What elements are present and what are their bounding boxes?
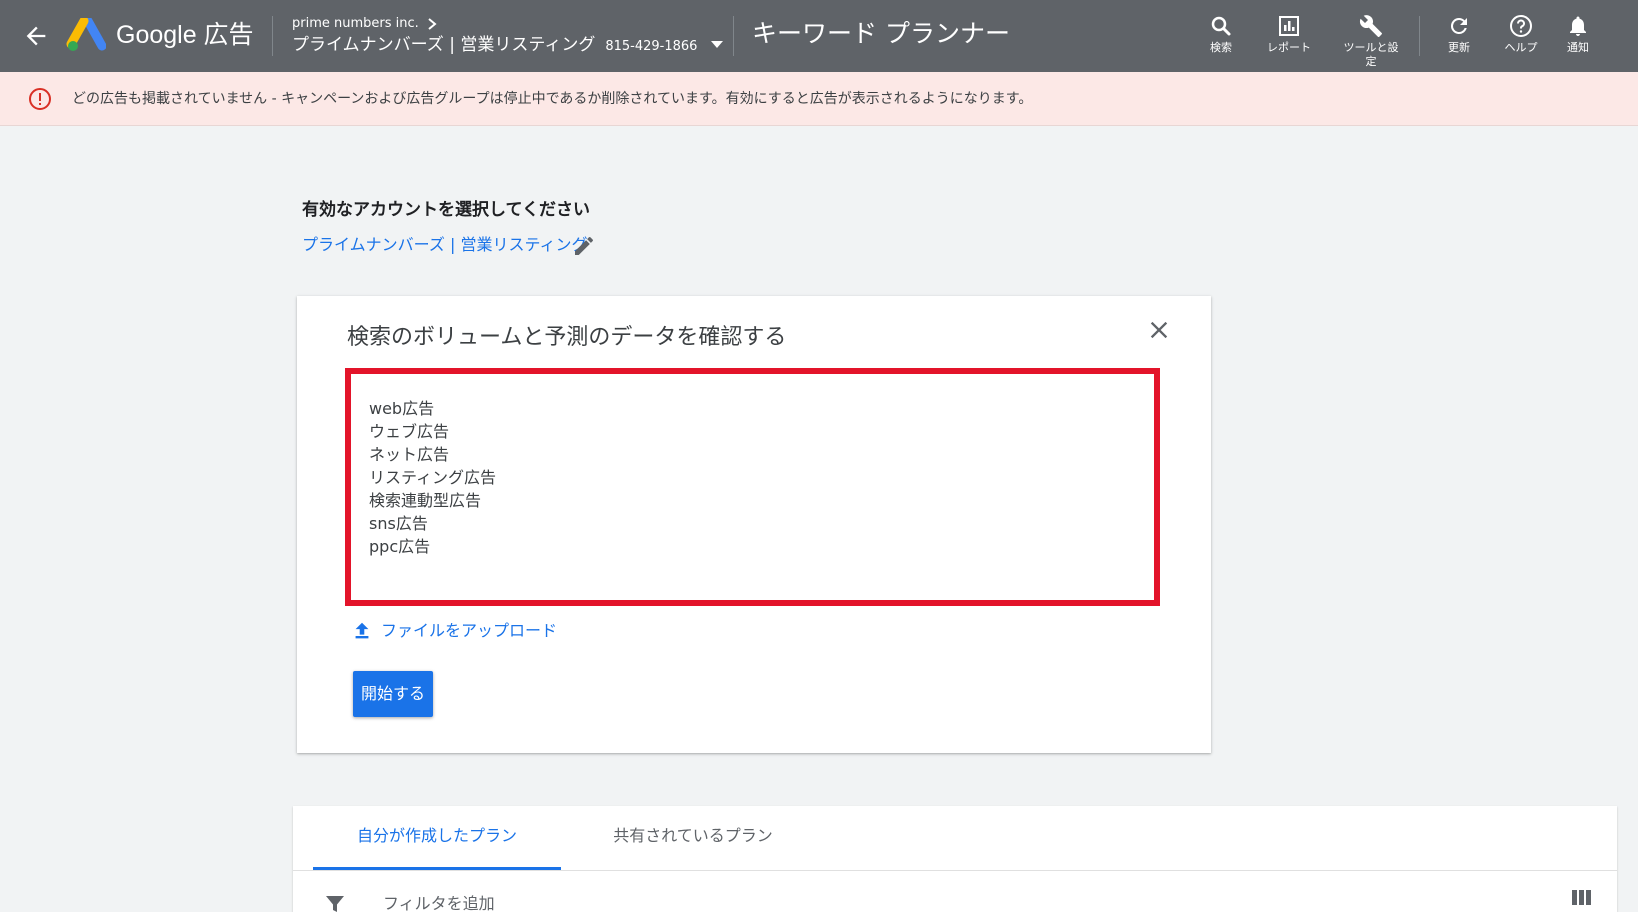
help-button[interactable]: ヘルプ xyxy=(1489,14,1553,55)
tool-label: レポート xyxy=(1267,41,1311,54)
account-name: プライムナンバーズ | 営業リスティング xyxy=(292,35,596,55)
header-divider xyxy=(272,16,273,56)
banner-message: どの広告も掲載されていません - キャンペーンおよび広告グループは停止中であるか… xyxy=(72,91,1033,107)
keyword-input-area[interactable]: web広告 ウェブ広告 ネット広告 リスティング広告 検索連動型広告 sns広告… xyxy=(345,368,1160,606)
keyword-line: リスティング広告 xyxy=(369,468,497,487)
account-select-link[interactable]: プライムナンバーズ | 営業リスティング xyxy=(302,233,587,257)
tools-settings-button[interactable]: ツールと設定 xyxy=(1339,14,1403,69)
tool-label: ヘルプ xyxy=(1504,41,1538,54)
tool-label: 通知 xyxy=(1567,41,1589,54)
account-company: prime numbers inc. xyxy=(292,16,419,31)
dropdown-caret-icon xyxy=(711,41,724,48)
add-filter-button[interactable]: フィルタを追加 xyxy=(383,892,495,912)
keyword-line: ネット広告 xyxy=(369,445,450,464)
chevron-right-icon xyxy=(428,18,437,30)
start-button[interactable]: 開始する xyxy=(353,671,433,717)
columns-icon[interactable] xyxy=(1570,886,1594,910)
error-banner: どの広告も掲載されていません - キャンペーンおよび広告グループは停止中であるか… xyxy=(0,72,1638,126)
tool-label: 更新 xyxy=(1448,41,1470,54)
notifications-button[interactable]: 通知 xyxy=(1546,14,1610,55)
search-volume-card: 検索のボリュームと予測のデータを確認する web広告 ウェブ広告 ネット広告 リ… xyxy=(297,296,1211,753)
edit-pencil-icon[interactable] xyxy=(572,234,596,258)
close-icon[interactable] xyxy=(1145,316,1173,344)
tab-my-plans[interactable]: 自分が作成したプラン xyxy=(313,806,561,870)
header-divider xyxy=(733,16,734,56)
card-title: 検索のボリュームと予測のデータを確認する xyxy=(347,325,787,350)
upload-icon xyxy=(355,622,369,639)
bell-icon xyxy=(1570,16,1586,36)
wrench-icon xyxy=(1359,15,1382,37)
reports-tool-button[interactable]: レポート xyxy=(1257,14,1321,55)
tool-label: ツールと設定 xyxy=(1343,41,1399,68)
upload-label: ファイルをアップロード xyxy=(381,621,558,640)
upload-file-link[interactable]: ファイルをアップロード xyxy=(351,619,557,643)
refresh-icon xyxy=(1450,17,1467,34)
refresh-button[interactable]: 更新 xyxy=(1427,14,1491,55)
keyword-line: ウェブ広告 xyxy=(369,422,450,441)
account-switcher[interactable]: prime numbers inc. プライムナンバーズ | 営業リスティング … xyxy=(292,15,724,59)
search-tool-button[interactable]: 検索 xyxy=(1189,14,1253,55)
keyword-line: ppc広告 xyxy=(369,537,431,556)
plans-panel: 自分が作成したプラン 共有されているプラン フィルタを追加 xyxy=(293,806,1617,912)
tab-divider xyxy=(293,870,1617,871)
top-bar: Google 広告 prime numbers inc. プライムナンバーズ |… xyxy=(0,0,1638,72)
header-divider xyxy=(1419,16,1420,56)
tool-label: 検索 xyxy=(1210,41,1232,54)
keyword-line: web広告 xyxy=(369,399,435,418)
filter-icon[interactable] xyxy=(323,892,347,912)
keyword-line: 検索連動型広告 xyxy=(369,491,482,510)
reports-icon xyxy=(1279,16,1299,36)
tab-shared-plans[interactable]: 共有されているプラン xyxy=(563,806,823,870)
help-icon xyxy=(1510,15,1532,37)
keyword-line: sns広告 xyxy=(369,514,428,533)
account-id: 815-429-1866 xyxy=(605,39,698,54)
error-icon xyxy=(29,88,51,110)
google-ads-logo xyxy=(66,18,106,51)
back-arrow-icon[interactable] xyxy=(22,22,50,50)
brand-title: Google 広告 xyxy=(116,21,254,49)
search-icon xyxy=(1211,16,1231,36)
page-title: キーワード プランナー xyxy=(752,19,1010,48)
account-select-heading: 有効なアカウントを選択してください xyxy=(302,200,590,220)
